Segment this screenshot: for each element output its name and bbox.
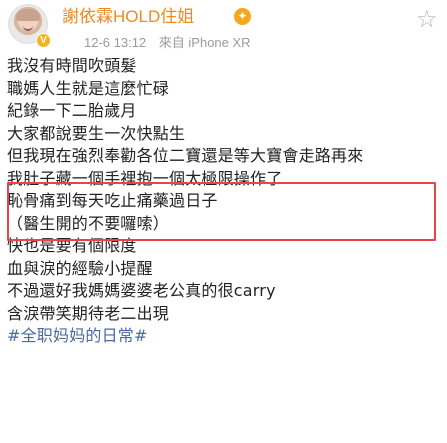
post-line: 我沒有時間吹頭髮 xyxy=(7,56,137,75)
highlighted-line: 但我現在強烈奉勸各位二寶還是等大寶會走路再來 xyxy=(7,146,364,165)
post-line: 不過還好我媽媽婆婆老公真的很carry xyxy=(7,281,276,300)
star-icon[interactable]: ☆ xyxy=(416,7,438,31)
username-link[interactable]: 謝依霖HOLD住姐 xyxy=(62,7,194,27)
post-meta: 12-6 13:12 來自 iPhone XR xyxy=(84,35,260,51)
medal-icon: ✦ xyxy=(234,8,251,25)
post-timestamp: 12-6 13:12 xyxy=(84,35,147,50)
post-header: V 謝依霖HOLD住姐 ✦ 12-6 13:12 來自 iPhone XR ☆ xyxy=(0,0,447,56)
highlight-box xyxy=(7,182,436,241)
post-line: 血與淚的經驗小提醒 xyxy=(7,258,153,278)
hashtag-link[interactable]: #全职妈妈的日常# xyxy=(7,325,441,348)
post-line: 大家都說要生一次快點生 xyxy=(7,123,186,143)
vip-badge-icon: V xyxy=(36,33,51,48)
post-line: 含淚帶笑期待老二出現 xyxy=(7,303,170,323)
post-source: 來自 iPhone XR xyxy=(158,35,251,50)
post-line: 職媽人生就是這麼忙碌 xyxy=(7,78,170,98)
post-line: 紀錄一下二胎歲月 xyxy=(7,101,137,120)
